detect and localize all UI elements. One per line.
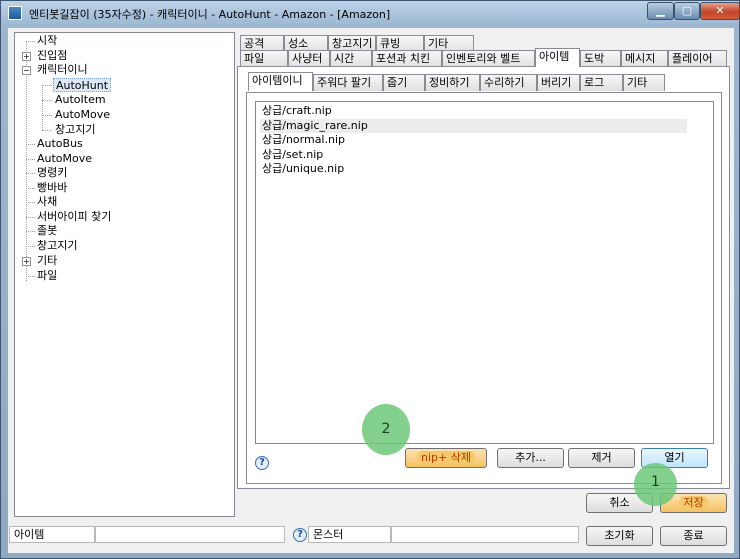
status-empty-field [95,526,285,543]
tree-line [42,115,52,116]
expand-icon[interactable]: + [22,52,31,61]
tree-item-autohunt[interactable]: AutoHunt [53,78,112,92]
tree-item-hotkeys[interactable]: 명령키 [37,166,67,180]
list-item[interactable]: 상급/unique.nip [262,162,344,176]
subtab-repair[interactable]: 수리하기 [480,74,537,91]
tree-line [42,100,52,101]
tree-item-storage-2[interactable]: 창고지기 [37,239,77,253]
tree-line [26,217,35,218]
tree-item-file[interactable]: 파일 [37,269,57,283]
help-icon[interactable]: ? [255,456,269,470]
tree-item-start[interactable]: 시작 [37,34,57,48]
tree-line [26,188,35,189]
settings-panel: 공격 성소 창고지기 큐빙 기타 파일 사냥터 시간 포션과 치킨 인벤토리와 … [237,32,730,489]
maximize-button[interactable]: ▢ [674,2,700,20]
remove-button[interactable]: 제거 [568,448,635,468]
list-item[interactable]: 상급/magic_rare.nip [260,119,687,133]
step-marker-1: 1 [634,463,677,506]
nip-file-list[interactable]: 상급/craft.nip 상급/magic_rare.nip 상급/normal… [255,101,714,444]
tab-player[interactable]: 플레이어 [668,50,727,67]
tab-message[interactable]: 메시지 [621,50,668,67]
list-item[interactable]: 상급/set.nip [262,148,323,162]
tree-line [26,276,35,277]
tree-line [26,159,35,160]
tree-line [26,246,35,247]
tree-item-entry[interactable]: 진입점 [37,49,67,63]
minimize-button[interactable]: ▁ [647,2,674,20]
subtab-pickup-sell[interactable]: 주워다 팔기 [313,74,383,91]
tree-line [42,130,52,131]
exit-button[interactable]: 종료 [660,526,727,546]
tree-item-autobus[interactable]: AutoBus [37,137,83,151]
collapse-icon[interactable]: − [22,66,31,75]
subtab-item-ini[interactable]: 아이템이니 [248,72,313,91]
status-item-field: 아이템 [9,526,95,543]
tree-item-zolbot[interactable]: 졸봇 [37,224,57,238]
step-marker-2: 2 [362,404,410,455]
tree-line [42,85,43,130]
subtab-log[interactable]: 로그 [580,74,623,91]
save-label: 저장 [679,496,708,509]
tree-item-character[interactable]: 캐릭터이니 [37,63,88,77]
app-icon [8,6,22,20]
tree-line [26,41,35,42]
tree-line [26,231,35,232]
app-window: 엔티봇길잡이 (35자수정) - 캐릭터이니 - AutoHunt - Amaz… [0,0,740,559]
tree-item-sachae[interactable]: 사채 [37,195,57,209]
tab-potion-chicken[interactable]: 포션과 치킨 [372,50,442,67]
tree-item-autoitem[interactable]: AutoItem [55,93,106,107]
tab-inventory-belt[interactable]: 인벤토리와 벨트 [442,50,535,67]
tab-file[interactable]: 파일 [240,50,288,67]
tab-gamble[interactable]: 도박 [580,50,621,67]
nip-delete-button[interactable]: nip+ 삭제 [405,448,487,468]
tree-line [26,144,35,145]
tab-item[interactable]: 아이템 [535,48,580,67]
status-monster-field: 몬스터 [308,526,391,543]
subtab-etc[interactable]: 기타 [623,74,665,91]
subtab-maintenance[interactable]: 정비하기 [425,74,480,91]
list-item[interactable]: 상급/normal.nip [262,133,345,147]
subtab-pickup[interactable]: 줍기 [383,74,425,91]
tree-item-storage[interactable]: 창고지기 [55,123,95,137]
tree-item-automove[interactable]: AutoMove [55,108,110,122]
status-help-icon[interactable]: ? [293,528,307,542]
tree-item-automove-2[interactable]: AutoMove [37,152,92,166]
status-empty-field-2 [391,526,579,543]
close-button[interactable]: ✕ [700,2,740,20]
add-button[interactable]: 추가... [497,448,564,468]
tab-time[interactable]: 시간 [330,50,372,67]
nip-delete-label: nip+ 삭제 [417,451,475,464]
title-bar: 엔티봇길잡이 (35자수정) - 캐릭터이니 - AutoHunt - Amaz… [1,1,740,25]
tree-line [26,202,35,203]
client-area: 시작 + 진입점 − 캐릭터이니 AutoHunt AutoItem AutoM… [8,28,734,553]
tree-line [42,85,52,86]
tree-item-etc[interactable]: 기타 [37,254,57,268]
settings-tree[interactable]: 시작 + 진입점 − 캐릭터이니 AutoHunt AutoItem AutoM… [14,32,235,517]
tab-hunting-ground[interactable]: 사냥터 [288,50,330,67]
window-title: 엔티봇길잡이 (35자수정) - 캐릭터이니 - AutoHunt - Amaz… [29,8,391,21]
tree-line [26,41,27,281]
list-item[interactable]: 상급/craft.nip [262,104,332,118]
reset-button[interactable]: 초기화 [586,526,653,546]
tree-item-server-ip[interactable]: 서버아이피 찾기 [37,210,111,224]
tree-item-bbangbaba[interactable]: 빵바바 [37,181,67,195]
subtab-discard[interactable]: 버리기 [537,74,580,91]
tree-line [26,173,35,174]
expand-icon[interactable]: + [22,257,31,266]
